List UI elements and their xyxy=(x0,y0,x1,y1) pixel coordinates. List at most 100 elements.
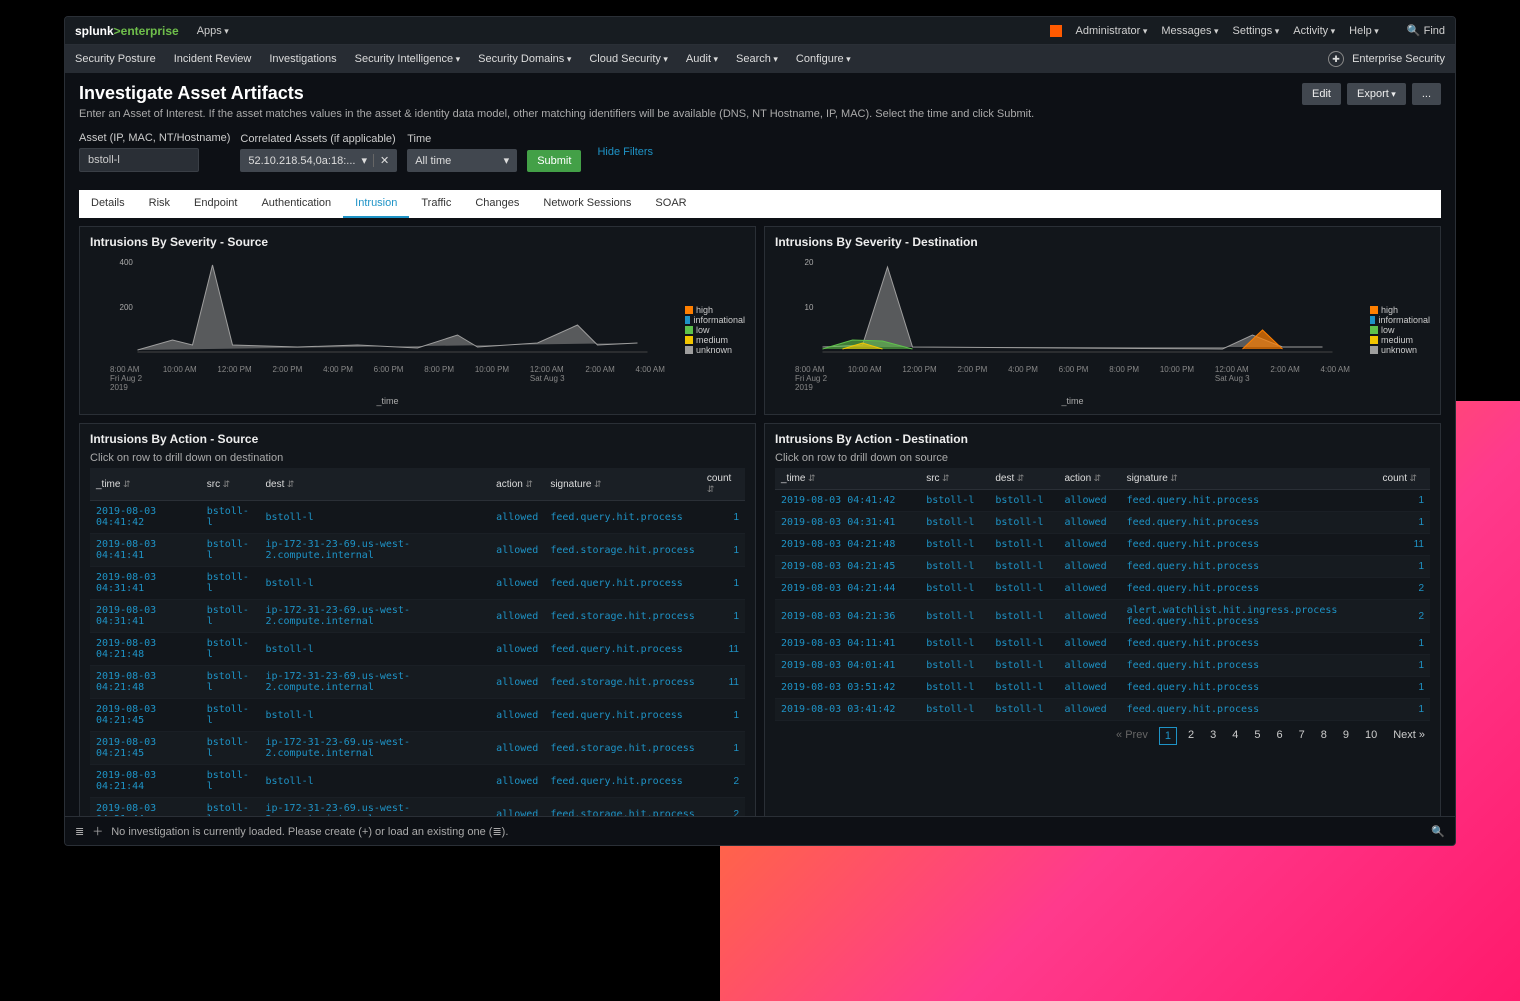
table-row[interactable]: 2019-08-03 04:31:41bstoll-lbstoll-l allo… xyxy=(90,567,745,600)
zoom-icon[interactable]: 🔍 xyxy=(1431,825,1445,838)
tab-bar: DetailsRiskEndpointAuthenticationIntrusi… xyxy=(79,190,1441,218)
col-dest[interactable]: dest xyxy=(259,468,490,501)
correlated-pill[interactable]: 52.10.218.54,0a:18:...▾✕ xyxy=(240,149,397,172)
topmenu-help[interactable]: Help xyxy=(1349,25,1379,37)
nav-audit[interactable]: Audit xyxy=(686,53,718,65)
pager-page[interactable]: 6 xyxy=(1271,727,1287,745)
col-_time[interactable]: _time xyxy=(90,468,201,501)
col-src[interactable]: src xyxy=(920,468,989,490)
col-dest[interactable]: dest xyxy=(989,468,1058,490)
tab-risk[interactable]: Risk xyxy=(137,190,182,218)
apps-menu[interactable]: Apps xyxy=(197,25,229,37)
topmenu-messages[interactable]: Messages xyxy=(1161,25,1218,37)
pager-dest: « Prev 123456789 10 Next » xyxy=(775,721,1430,751)
asset-label: Asset (IP, MAC, NT/Hostname) xyxy=(79,132,230,144)
topmenu-settings[interactable]: Settings xyxy=(1233,25,1280,37)
warning-icon[interactable] xyxy=(1050,25,1062,37)
table-row[interactable]: 2019-08-03 04:21:48bstoll-lbstoll-l allo… xyxy=(775,534,1430,556)
page-desc: Enter an Asset of Interest. If the asset… xyxy=(79,108,1034,120)
col-_time[interactable]: _time xyxy=(775,468,920,490)
export-button[interactable]: Export xyxy=(1347,83,1406,105)
col-action[interactable]: action xyxy=(490,468,544,501)
table-row[interactable]: 2019-08-03 03:41:42bstoll-lbstoll-l allo… xyxy=(775,699,1430,721)
pager-page[interactable]: 3 xyxy=(1205,727,1221,745)
tab-network-sessions[interactable]: Network Sessions xyxy=(531,190,643,218)
submit-button[interactable]: Submit xyxy=(527,150,581,172)
shield-icon: ✚ xyxy=(1328,51,1344,67)
topbar: splunk>enterprise Apps AdministratorMess… xyxy=(65,17,1455,45)
nav-security-posture[interactable]: Security Posture xyxy=(75,53,156,65)
table-row[interactable]: 2019-08-03 04:21:45bstoll-lbstoll-l allo… xyxy=(90,699,745,732)
pager-page[interactable]: 5 xyxy=(1249,727,1265,745)
svg-text:10: 10 xyxy=(805,303,814,312)
footer-bar: ≣ ＋ No investigation is currently loaded… xyxy=(65,816,1455,845)
chart-severity-dest[interactable]: 20 10 8:00 AM Fri Aug 2 201910:00 AM12:0… xyxy=(775,255,1370,406)
nav-incident-review[interactable]: Incident Review xyxy=(174,53,252,65)
nav-security-intelligence[interactable]: Security Intelligence xyxy=(355,53,460,65)
plus-icon[interactable]: ＋ xyxy=(92,823,103,839)
nav-configure[interactable]: Configure xyxy=(796,53,851,65)
table-row[interactable]: 2019-08-03 03:51:42bstoll-lbstoll-l allo… xyxy=(775,677,1430,699)
nav-search[interactable]: Search xyxy=(736,53,778,65)
tab-traffic[interactable]: Traffic xyxy=(409,190,463,218)
nav-security-domains[interactable]: Security Domains xyxy=(478,53,571,65)
col-src[interactable]: src xyxy=(201,468,260,501)
pager-page[interactable]: 2 xyxy=(1183,727,1199,745)
tab-soar[interactable]: SOAR xyxy=(643,190,698,218)
panel-severity-source: Intrusions By Severity - Source 400 200 … xyxy=(79,226,756,415)
table-row[interactable]: 2019-08-03 04:21:36bstoll-lbstoll-l allo… xyxy=(775,600,1430,633)
pager-page[interactable]: 10 xyxy=(1360,727,1382,745)
col-signature[interactable]: signature xyxy=(1121,468,1377,490)
tab-intrusion[interactable]: Intrusion xyxy=(343,190,409,218)
panel-severity-dest: Intrusions By Severity - Destination 20 … xyxy=(764,226,1441,415)
navbar: Security Posture Incident Review Investiga… xyxy=(65,45,1455,73)
list-icon[interactable]: ≣ xyxy=(75,825,84,838)
svg-text:20: 20 xyxy=(805,258,814,267)
table-row[interactable]: 2019-08-03 04:21:48bstoll-lip-172-31-23-… xyxy=(90,666,745,699)
table-row[interactable]: 2019-08-03 04:21:45bstoll-lbstoll-l allo… xyxy=(775,556,1430,578)
pager-page[interactable]: 7 xyxy=(1294,727,1310,745)
tab-details[interactable]: Details xyxy=(79,190,137,218)
page-title: Investigate Asset Artifacts xyxy=(79,83,1034,104)
topmenu-administrator[interactable]: Administrator xyxy=(1076,25,1148,37)
table-row[interactable]: 2019-08-03 04:41:42bstoll-lbstoll-l allo… xyxy=(775,490,1430,512)
table-row[interactable]: 2019-08-03 04:21:44bstoll-lbstoll-l allo… xyxy=(90,765,745,798)
edit-button[interactable]: Edit xyxy=(1302,83,1341,105)
tab-endpoint[interactable]: Endpoint xyxy=(182,190,249,218)
tab-changes[interactable]: Changes xyxy=(463,190,531,218)
asset-input[interactable] xyxy=(79,148,199,172)
table-row[interactable]: 2019-08-03 04:21:48bstoll-lbstoll-l allo… xyxy=(90,633,745,666)
panel-action-dest: Intrusions By Action - Destination Click… xyxy=(764,423,1441,846)
hide-filters-link[interactable]: Hide Filters xyxy=(597,146,653,158)
col-count[interactable]: count xyxy=(1377,468,1430,490)
nav-cloud-security[interactable]: Cloud Security xyxy=(589,53,668,65)
topmenu-activity[interactable]: Activity xyxy=(1293,25,1335,37)
table-row[interactable]: 2019-08-03 04:21:45bstoll-lip-172-31-23-… xyxy=(90,732,745,765)
correlated-label: Correlated Assets (if applicable) xyxy=(240,133,397,145)
col-action[interactable]: action xyxy=(1058,468,1120,490)
time-picker[interactable]: All time▾ xyxy=(407,149,517,172)
more-button[interactable]: ... xyxy=(1412,83,1441,105)
pager-page[interactable]: 8 xyxy=(1316,727,1332,745)
table-row[interactable]: 2019-08-03 04:21:44bstoll-lbstoll-l allo… xyxy=(775,578,1430,600)
find-link[interactable]: 🔍 Find xyxy=(1407,24,1445,37)
tab-authentication[interactable]: Authentication xyxy=(249,190,343,218)
table-row[interactable]: 2019-08-03 04:01:41bstoll-lbstoll-l allo… xyxy=(775,655,1430,677)
col-count[interactable]: count xyxy=(701,468,745,501)
table-row[interactable]: 2019-08-03 04:41:42bstoll-lbstoll-l allo… xyxy=(90,501,745,534)
pager-next[interactable]: Next » xyxy=(1388,727,1430,745)
nav-investigations[interactable]: Investigations xyxy=(269,53,336,65)
table-row[interactable]: 2019-08-03 04:41:41bstoll-lip-172-31-23-… xyxy=(90,534,745,567)
footer-text: No investigation is currently loaded. Pl… xyxy=(111,825,508,838)
pager-page[interactable]: 9 xyxy=(1338,727,1354,745)
pager-page[interactable]: 4 xyxy=(1227,727,1243,745)
app-window: splunk>enterprise Apps AdministratorMess… xyxy=(64,16,1456,846)
svg-text:200: 200 xyxy=(120,303,134,312)
table-row[interactable]: 2019-08-03 04:11:41bstoll-lbstoll-l allo… xyxy=(775,633,1430,655)
pager-prev[interactable]: « Prev xyxy=(1111,727,1153,745)
chart-severity-source[interactable]: 400 200 8:00 AM Fri Aug 2 201910:00 AM12… xyxy=(90,255,685,406)
pager-page[interactable]: 1 xyxy=(1159,727,1177,745)
table-row[interactable]: 2019-08-03 04:31:41bstoll-lip-172-31-23-… xyxy=(90,600,745,633)
col-signature[interactable]: signature xyxy=(544,468,701,501)
table-row[interactable]: 2019-08-03 04:31:41bstoll-lbstoll-l allo… xyxy=(775,512,1430,534)
